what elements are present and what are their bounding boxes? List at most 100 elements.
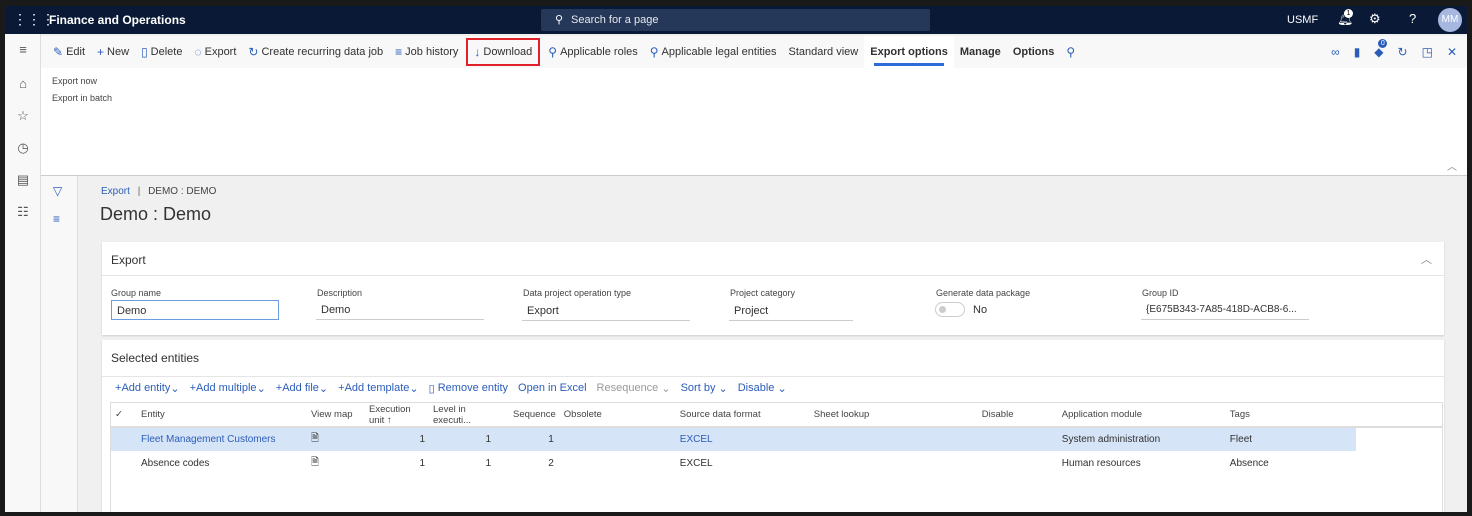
resequence-button[interactable]: Resequence ⌄: [592, 377, 676, 399]
col-source-format[interactable]: Source data format: [639, 403, 810, 428]
group-name-input[interactable]: Demo: [111, 300, 279, 320]
chevron-up-icon[interactable]: ︿: [1421, 251, 1432, 267]
download-button[interactable]: ↓ Download: [464, 36, 542, 68]
star-icon[interactable]: ☆: [5, 108, 41, 124]
tab-export-options[interactable]: Export options: [864, 36, 954, 68]
delete-button[interactable]: ▯ Delete: [135, 36, 188, 68]
messages-icon[interactable]: ◆ 0: [1374, 39, 1388, 59]
remove-entity-button[interactable]: ▯ Remove entity: [424, 377, 513, 399]
avatar[interactable]: MM: [1438, 8, 1462, 32]
refresh-icon[interactable]: ↻: [1398, 45, 1408, 59]
modules-icon[interactable]: ☷: [5, 204, 41, 220]
add-entity-button[interactable]: + Add entity ⌄: [110, 377, 185, 399]
list-icon[interactable]: ≡: [53, 212, 60, 226]
generate-package-toggle[interactable]: [935, 302, 965, 317]
left-nav: ≡ ⌂ ☆ ◷ ▤ ☷: [5, 34, 41, 512]
search-icon: ⚲: [1066, 45, 1076, 59]
workspace-icon[interactable]: ▤: [5, 172, 41, 188]
gear-icon[interactable]: ⚙: [1369, 11, 1381, 27]
selected-entities-section: Selected entities + Add entity ⌄ + Add m…: [102, 340, 1444, 512]
office-icon[interactable]: ▮: [1354, 45, 1361, 59]
group-id-label: Group ID: [1142, 288, 1179, 298]
create-recurring-job-button[interactable]: ↻ Create recurring data job: [242, 36, 389, 68]
col-execution-unit[interactable]: Execution unit ↑: [365, 403, 429, 428]
plus-icon: +: [97, 45, 105, 59]
level-cell: 1: [485, 457, 491, 469]
applicable-roles-button[interactable]: ⚲ Applicable roles: [542, 36, 643, 68]
export-button[interactable]: ◌ Export: [188, 36, 242, 68]
open-new-window-icon[interactable]: ◳: [1422, 45, 1433, 59]
messages-badge: 0: [1378, 39, 1388, 48]
breadcrumb-root[interactable]: Export: [101, 186, 130, 197]
col-view-map[interactable]: View map: [307, 403, 365, 428]
action-search-button[interactable]: ⚲: [1060, 36, 1084, 68]
sort-by-button[interactable]: Sort by ⌄: [676, 377, 733, 399]
section-title: Selected entities: [111, 351, 200, 365]
standard-view-button[interactable]: Standard view: [783, 36, 865, 68]
select-all-checkbox[interactable]: ✓: [111, 403, 137, 428]
col-sequence[interactable]: Sequence: [509, 403, 560, 428]
action-pane-dropdown: Export now Export in batch ︿: [41, 68, 1467, 176]
label: Open in Excel: [518, 382, 587, 394]
action-pane: ✎ Edit + New ▯ Delete ◌ Export ↻ Create recur…: [41, 36, 1467, 68]
col-disable[interactable]: Disable: [977, 403, 1058, 428]
export-in-batch-item[interactable]: Export in batch: [52, 93, 112, 103]
export-section-header[interactable]: Export ︿: [102, 242, 1444, 276]
entity-cell[interactable]: Absence codes: [137, 451, 307, 475]
edit-label: Edit: [66, 46, 86, 58]
job-history-button[interactable]: ≡ Job history: [389, 36, 464, 68]
col-tags[interactable]: Tags: [1225, 403, 1356, 428]
page-title: Demo : Demo: [100, 204, 212, 224]
new-button[interactable]: + New: [91, 36, 135, 68]
help-icon[interactable]: ?: [1409, 11, 1416, 26]
search-box[interactable]: ⚲ Search for a page: [541, 9, 930, 31]
label: Remove entity: [437, 382, 509, 394]
clock-icon[interactable]: ◷: [5, 140, 41, 156]
export-options-label: Export options: [870, 46, 948, 58]
filter-icon[interactable]: ▽: [53, 184, 62, 198]
add-multiple-button[interactable]: + Add multiple ⌄: [185, 377, 271, 399]
add-template-button[interactable]: + Add template ⌄: [333, 377, 423, 399]
view-map-icon[interactable]: 🗎: [307, 451, 365, 475]
list-icon: ≡: [395, 45, 403, 59]
entity-cell[interactable]: Fleet Management Customers: [137, 427, 307, 451]
roles-label: Applicable roles: [560, 46, 638, 58]
notification-count: 1: [1344, 9, 1353, 18]
link-icon[interactable]: ∞: [1331, 45, 1340, 59]
applicable-legal-entities-button[interactable]: ⚲ Applicable legal entities: [644, 36, 783, 68]
add-file-button[interactable]: + Add file ⌄: [271, 377, 333, 399]
grid-header-row: ✓ Entity View map Execution unit ↑ Level…: [111, 403, 1442, 428]
top-bar: ⋮⋮⋮ Finance and Operations ⚲ Search for …: [5, 6, 1467, 34]
section-title: Export: [111, 253, 146, 267]
col-obsolete[interactable]: Obsolete: [559, 403, 640, 428]
table-row[interactable]: Fleet Management Customers 🗎 1 1 1 EXCEL…: [111, 427, 1442, 451]
export-now-item[interactable]: Export now: [52, 76, 97, 86]
sequence-cell: 1: [509, 427, 560, 451]
tab-options[interactable]: Options: [1007, 36, 1061, 68]
col-level[interactable]: Level in executi...: [429, 403, 509, 428]
project-category-input[interactable]: Project: [729, 301, 853, 321]
col-sheet-lookup[interactable]: Sheet lookup: [809, 403, 978, 428]
disable-button[interactable]: Disable ⌄: [733, 377, 792, 399]
close-icon[interactable]: ✕: [1447, 45, 1457, 59]
company-picker[interactable]: USMF: [1287, 14, 1318, 26]
description-input[interactable]: Demo: [316, 300, 484, 320]
table-row[interactable]: Absence codes 🗎 1 1 2 EXCEL Human resour…: [111, 451, 1442, 475]
search-placeholder: Search for a page: [571, 14, 659, 26]
open-in-excel-button[interactable]: Open in Excel: [513, 377, 591, 399]
tab-manage[interactable]: Manage: [954, 36, 1007, 68]
exec-cell: 1: [419, 457, 425, 469]
breadcrumb: Export | DEMO : DEMO: [101, 186, 217, 197]
search-entities-icon: ⚲: [649, 45, 659, 59]
legal-entities-label: Applicable legal entities: [661, 46, 777, 58]
entities-grid: ✓ Entity View map Execution unit ↑ Level…: [110, 402, 1443, 512]
collapse-chevron-icon[interactable]: ︿: [1447, 158, 1457, 173]
col-entity[interactable]: Entity: [137, 403, 307, 428]
export-icon: ◌: [194, 45, 202, 59]
level-cell: 1: [429, 427, 509, 451]
col-application-module[interactable]: Application module: [1057, 403, 1226, 428]
view-map-icon[interactable]: 🗎: [307, 427, 365, 451]
hamburger-icon[interactable]: ≡: [5, 42, 41, 57]
home-icon[interactable]: ⌂: [5, 76, 41, 91]
edit-button[interactable]: ✎ Edit: [47, 36, 91, 68]
